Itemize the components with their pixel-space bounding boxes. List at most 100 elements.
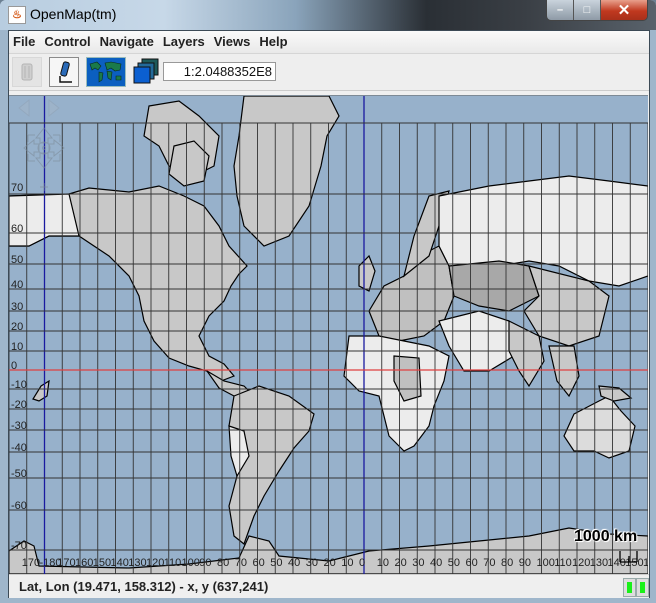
pan-west-icon[interactable] bbox=[23, 138, 40, 158]
longitude-label: 80 bbox=[501, 557, 513, 569]
uk bbox=[358, 254, 376, 292]
latitude-label: 40 bbox=[11, 279, 23, 291]
minimize-button[interactable]: – bbox=[547, 0, 574, 20]
toolbar: 1:2.0488352E8 bbox=[9, 54, 649, 91]
menu-layers[interactable]: Layers bbox=[159, 31, 210, 53]
menu-bar: File Control Navigate Layers Views Help bbox=[9, 31, 649, 54]
world-map-icon bbox=[87, 58, 125, 86]
minimize-icon: – bbox=[556, 4, 564, 16]
menu-navigate[interactable]: Navigate bbox=[96, 31, 159, 53]
status-indicator-2 bbox=[636, 578, 649, 597]
menu-help[interactable]: Help bbox=[255, 31, 292, 53]
pan-east-icon[interactable] bbox=[48, 138, 65, 158]
longitude-label: 60 bbox=[466, 557, 478, 569]
latitude-label: -30 bbox=[11, 420, 27, 432]
longitude-label: 130 bbox=[128, 557, 146, 569]
longitude-label: 10 bbox=[377, 557, 389, 569]
scale-bar-label: 1000 km bbox=[574, 528, 638, 545]
latitude-label: -50 bbox=[11, 468, 27, 480]
latitude-label: 20 bbox=[11, 321, 23, 333]
pan-right-button[interactable] bbox=[48, 98, 60, 118]
latitude-label: -40 bbox=[11, 442, 27, 454]
longitude-label: 60 bbox=[253, 557, 265, 569]
title-bar[interactable]: ♨ OpenMap(tm) – □ ✕ bbox=[0, 0, 656, 30]
latitude-label: 0 bbox=[11, 360, 17, 372]
latitude-label: 50 bbox=[11, 254, 23, 266]
longitude-label: 100 bbox=[537, 557, 555, 569]
longitude-label: 120 bbox=[572, 557, 590, 569]
longitude-label: 170 bbox=[57, 557, 75, 569]
menu-views[interactable]: Views bbox=[210, 31, 256, 53]
latitude-label: -60 bbox=[11, 500, 27, 512]
latitude-label: -10 bbox=[11, 379, 27, 391]
zoom-in-button[interactable] bbox=[40, 183, 48, 191]
indicator-light-icon bbox=[640, 582, 645, 593]
longitude-label: 160 bbox=[75, 557, 93, 569]
longitude-label: 130 bbox=[590, 557, 608, 569]
map-canvas[interactable]: 70 60 50 40 30 20 10 0 -10 -20 -30 -40 -50 -60 -70 170-… bbox=[9, 95, 648, 574]
close-icon: ✕ bbox=[617, 2, 631, 19]
maximize-icon: □ bbox=[583, 4, 591, 16]
status-indicator-1 bbox=[623, 578, 636, 597]
longitude-label: 70 bbox=[235, 557, 247, 569]
middle-east bbox=[438, 310, 515, 372]
map-svg[interactable]: 706050403020100-10-20-30-40-50-60-70170-… bbox=[9, 96, 648, 574]
longitude-label: 140 bbox=[608, 557, 626, 569]
australia bbox=[563, 395, 636, 459]
longitude-label: 120 bbox=[146, 557, 164, 569]
longitude-label: 160 bbox=[643, 557, 648, 569]
status-bar: Lat, Lon (19.471, 158.312) - x, y (637,2… bbox=[9, 574, 649, 598]
longitude-label: 110 bbox=[164, 557, 182, 569]
coordinate-readout: Lat, Lon (19.471, 158.312) - x, y (637,2… bbox=[19, 579, 269, 594]
latitude-label: -70 bbox=[11, 540, 27, 552]
africa bbox=[343, 335, 450, 452]
window-title: OpenMap(tm) bbox=[30, 6, 117, 22]
longitude-label: 50 bbox=[270, 557, 282, 569]
close-button[interactable]: ✕ bbox=[601, 0, 647, 20]
longitude-label: 40 bbox=[288, 557, 300, 569]
longitude-label: 110 bbox=[554, 557, 572, 569]
latitude-label: 70 bbox=[11, 182, 23, 194]
longitude-label: 20 bbox=[395, 557, 407, 569]
longitude-label: 90 bbox=[199, 557, 211, 569]
longitude-label: 170 bbox=[22, 557, 40, 569]
menu-file[interactable]: File bbox=[9, 31, 40, 53]
longitude-label: 20 bbox=[324, 557, 336, 569]
longitude-label: 90 bbox=[519, 557, 531, 569]
maximize-button[interactable]: □ bbox=[574, 0, 601, 20]
longitude-label: 70 bbox=[483, 557, 495, 569]
longitude-label: 30 bbox=[306, 557, 318, 569]
longitude-label: 50 bbox=[448, 557, 460, 569]
pan-left-button[interactable] bbox=[18, 98, 30, 118]
layers-button[interactable] bbox=[131, 57, 161, 87]
longitude-label: 140 bbox=[111, 557, 129, 569]
delete-button[interactable] bbox=[12, 57, 42, 87]
se-asia bbox=[548, 345, 580, 398]
longitude-label: 10 bbox=[341, 557, 353, 569]
latitude-label: 10 bbox=[11, 341, 23, 353]
menu-control[interactable]: Control bbox=[40, 31, 95, 53]
layers-icon bbox=[133, 58, 159, 84]
map-overview-button[interactable] bbox=[86, 57, 126, 87]
client-area: File Control Navigate Layers Views Help bbox=[8, 30, 650, 598]
longitude-label: 0 bbox=[359, 557, 365, 569]
indicator-light-icon bbox=[627, 582, 632, 593]
new-zealand bbox=[32, 379, 50, 402]
longitude-label: 150 bbox=[93, 557, 111, 569]
latitude-label: 30 bbox=[11, 301, 23, 313]
central-asia bbox=[448, 260, 540, 312]
drawing-tool-button[interactable] bbox=[49, 57, 79, 87]
longitude-label: 80 bbox=[217, 557, 229, 569]
greenland bbox=[233, 96, 340, 247]
trash-icon bbox=[21, 63, 33, 81]
window-controls: – □ ✕ bbox=[546, 0, 648, 21]
longitude-label: 40 bbox=[430, 557, 442, 569]
scale-input[interactable]: 1:2.0488352E8 bbox=[163, 62, 276, 81]
longitude-label: 30 bbox=[412, 557, 424, 569]
java-coffee-icon: ♨ bbox=[8, 6, 26, 24]
pen-icon bbox=[59, 61, 72, 83]
app-window: ♨ OpenMap(tm) – □ ✕ File Control Navigat… bbox=[0, 0, 656, 603]
longitude-label: 100 bbox=[182, 557, 200, 569]
latitude-label: -20 bbox=[11, 399, 27, 411]
longitude-label: 150 bbox=[625, 557, 643, 569]
